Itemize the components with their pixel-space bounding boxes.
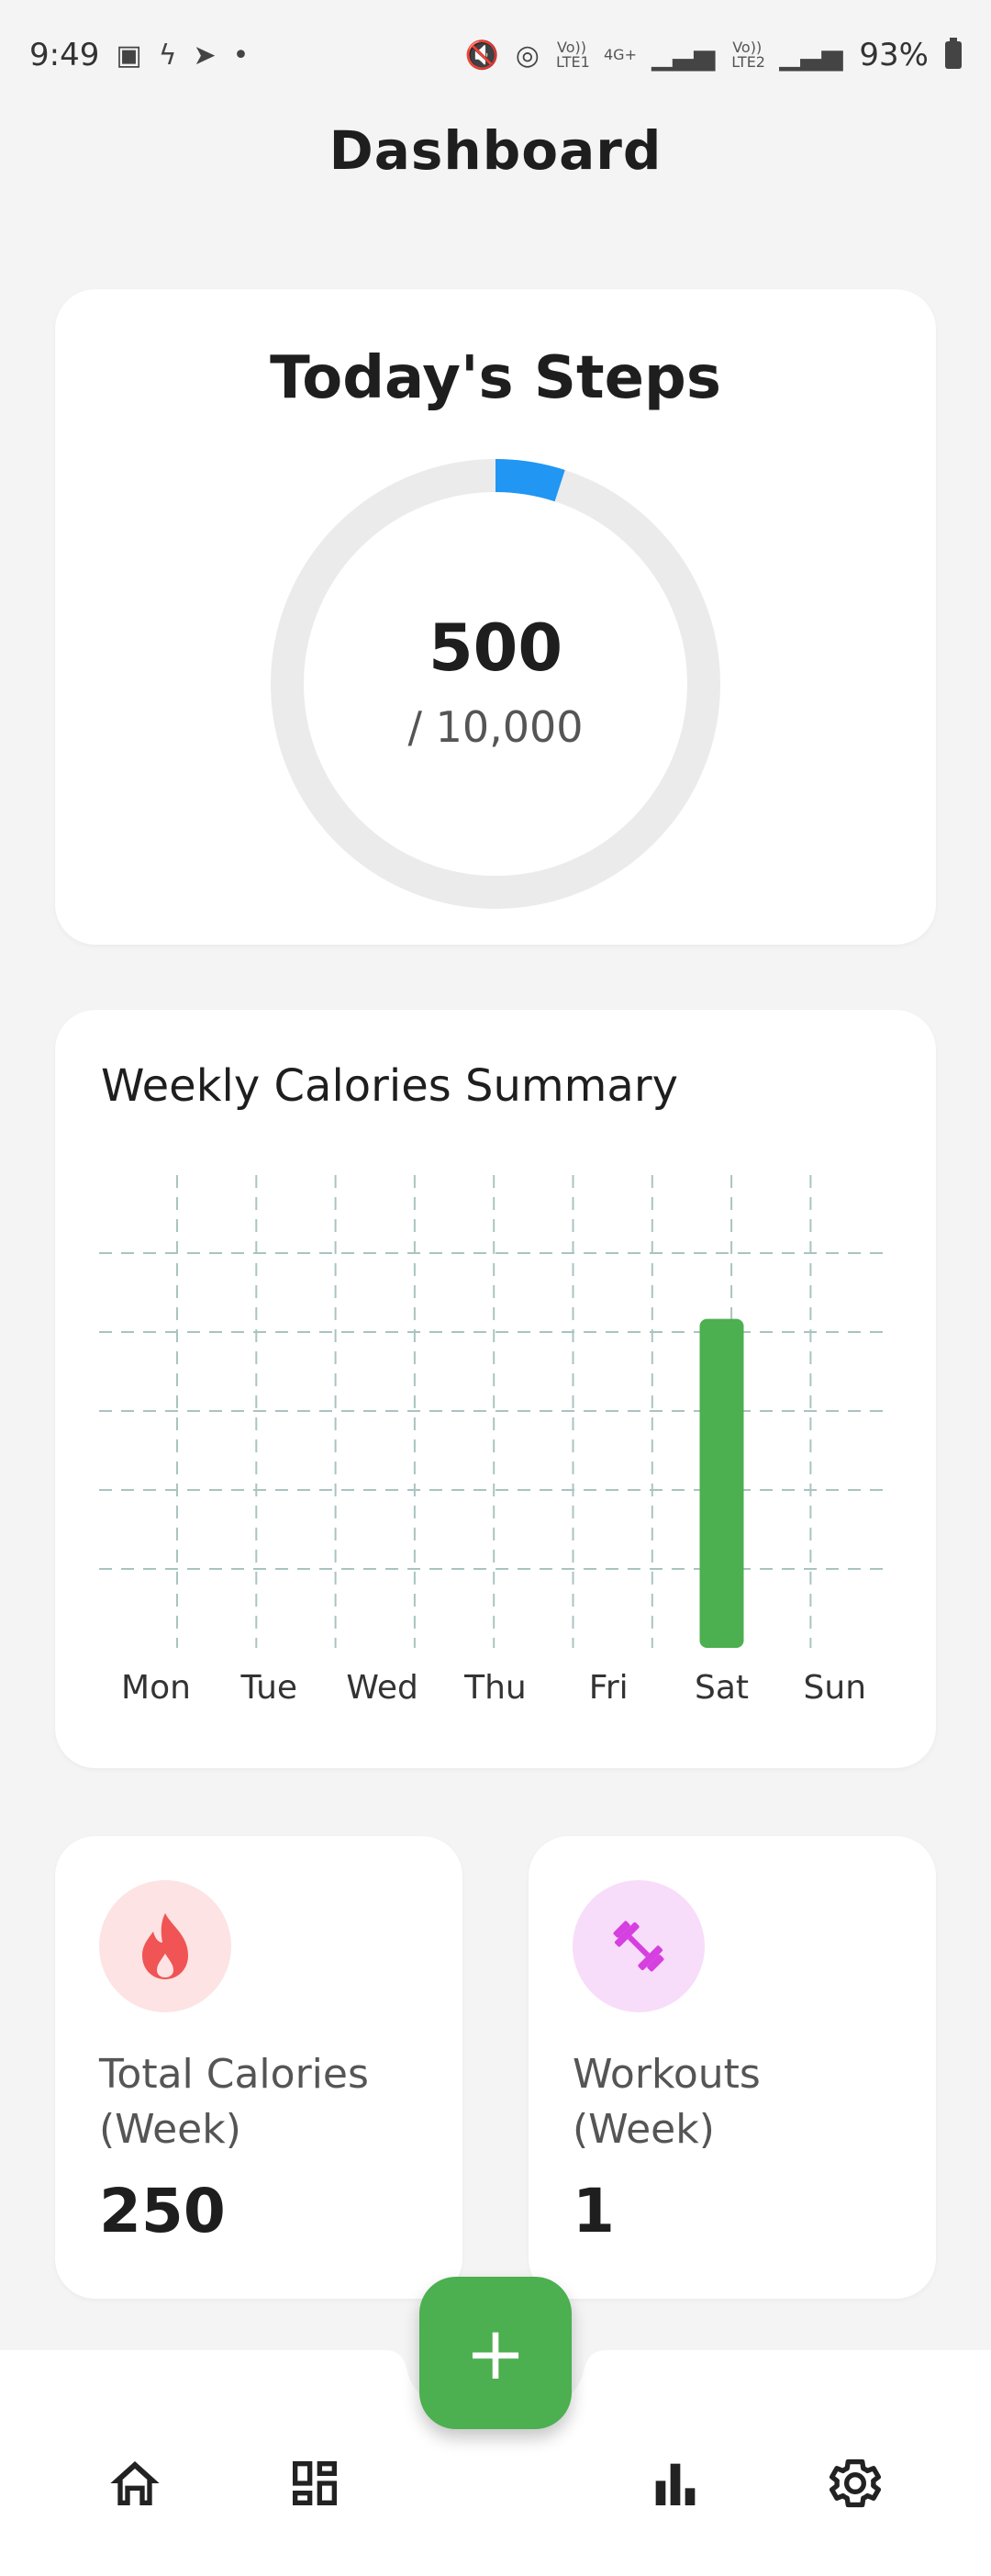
dumbbell-icon xyxy=(573,1880,705,2012)
chart-xlabel-tue: Tue xyxy=(240,1669,298,1707)
total-calories-label: Total Calories (Week) xyxy=(99,2047,429,2157)
steps-progress-ring: 500 / 10,000 xyxy=(271,459,720,909)
network-label-1: Vo)) LTE1 xyxy=(555,39,590,71)
signal-icon-2: ▁▃▅ xyxy=(779,39,843,72)
chart-xlabel-mon: Mon xyxy=(121,1669,191,1707)
nav-dashboard-button[interactable] xyxy=(264,2433,365,2534)
total-calories-label-line1: Total Calories xyxy=(99,2051,369,2098)
total-calories-value: 250 xyxy=(99,2176,226,2246)
fire-icon xyxy=(99,1880,231,2012)
gallery-icon: ▣ xyxy=(116,39,142,72)
chart-xlabel-sat: Sat xyxy=(695,1669,749,1707)
settings-icon xyxy=(830,2458,881,2508)
workouts-label: Workouts (Week) xyxy=(573,2047,903,2157)
signal-icon-1: ▁▃▅ xyxy=(651,39,716,72)
dashboard-icon xyxy=(293,2461,337,2505)
total-calories-card[interactable]: Total Calories (Week) 250 xyxy=(55,1836,462,2299)
workouts-label-line2: (Week) xyxy=(573,2106,715,2153)
total-calories-label-line2: (Week) xyxy=(99,2106,241,2153)
network-label-2: 4G+ xyxy=(603,46,637,63)
add-button[interactable]: + xyxy=(419,2277,572,2429)
chart-xlabel-thu: Thu xyxy=(463,1669,527,1707)
status-right: 🔇 ◎ Vo)) LTE1 4G+ ▁▃▅ Vo)) LTE2 ▁▃▅ 93% xyxy=(464,37,962,73)
steps-goal: / 10,000 xyxy=(407,702,584,752)
nav-home-button[interactable] xyxy=(84,2433,185,2534)
chart-xlabel-sun: Sun xyxy=(804,1669,866,1707)
nav-stats-button[interactable] xyxy=(625,2433,726,2534)
page-title: Dashboard xyxy=(328,119,663,182)
stats-icon xyxy=(655,2463,696,2505)
home-icon xyxy=(110,2461,160,2505)
nav-settings-button[interactable] xyxy=(805,2433,906,2534)
fire-icon-svg xyxy=(142,1913,188,1979)
steps-title: Today's Steps xyxy=(270,344,721,412)
status-time: 9:49 xyxy=(29,37,100,73)
steps-value: 500 xyxy=(428,610,563,686)
hotspot-icon: ◎ xyxy=(515,39,540,72)
weekly-calories-card: Weekly Calories Summary Mon Tue Wed Thu Fri S… xyxy=(55,1010,936,1768)
chart-bar-sat xyxy=(699,1318,744,1648)
weekly-calories-chart: Mon Tue Wed Thu Fri Sat Sun xyxy=(99,1175,883,1707)
steps-card: Today's Steps 500 / 10,000 xyxy=(55,289,936,945)
dumbbell-icon-svg xyxy=(613,1921,664,1972)
battery-icon xyxy=(945,38,962,69)
network-label-3: Vo)) LTE2 xyxy=(731,39,765,71)
battery-percent: 93% xyxy=(859,37,929,73)
flash-icon: ϟ xyxy=(158,39,177,72)
telegram-icon: ➤ xyxy=(193,39,217,72)
workouts-card[interactable]: Workouts (Week) 1 xyxy=(529,1836,936,2299)
workouts-label-line1: Workouts xyxy=(573,2051,761,2098)
chart-xlabel-fri: Fri xyxy=(589,1669,629,1707)
status-bar: 9:49 ▣ ϟ ➤ • 🔇 ◎ Vo)) LTE1 4G+ ▁▃▅ Vo)) … xyxy=(0,0,991,110)
chart-xlabel-wed: Wed xyxy=(346,1669,418,1707)
status-left: 9:49 ▣ ϟ ➤ • xyxy=(29,37,249,73)
workouts-value: 1 xyxy=(573,2176,615,2246)
dot-icon: • xyxy=(232,39,250,72)
mute-icon: 🔇 xyxy=(464,39,499,72)
